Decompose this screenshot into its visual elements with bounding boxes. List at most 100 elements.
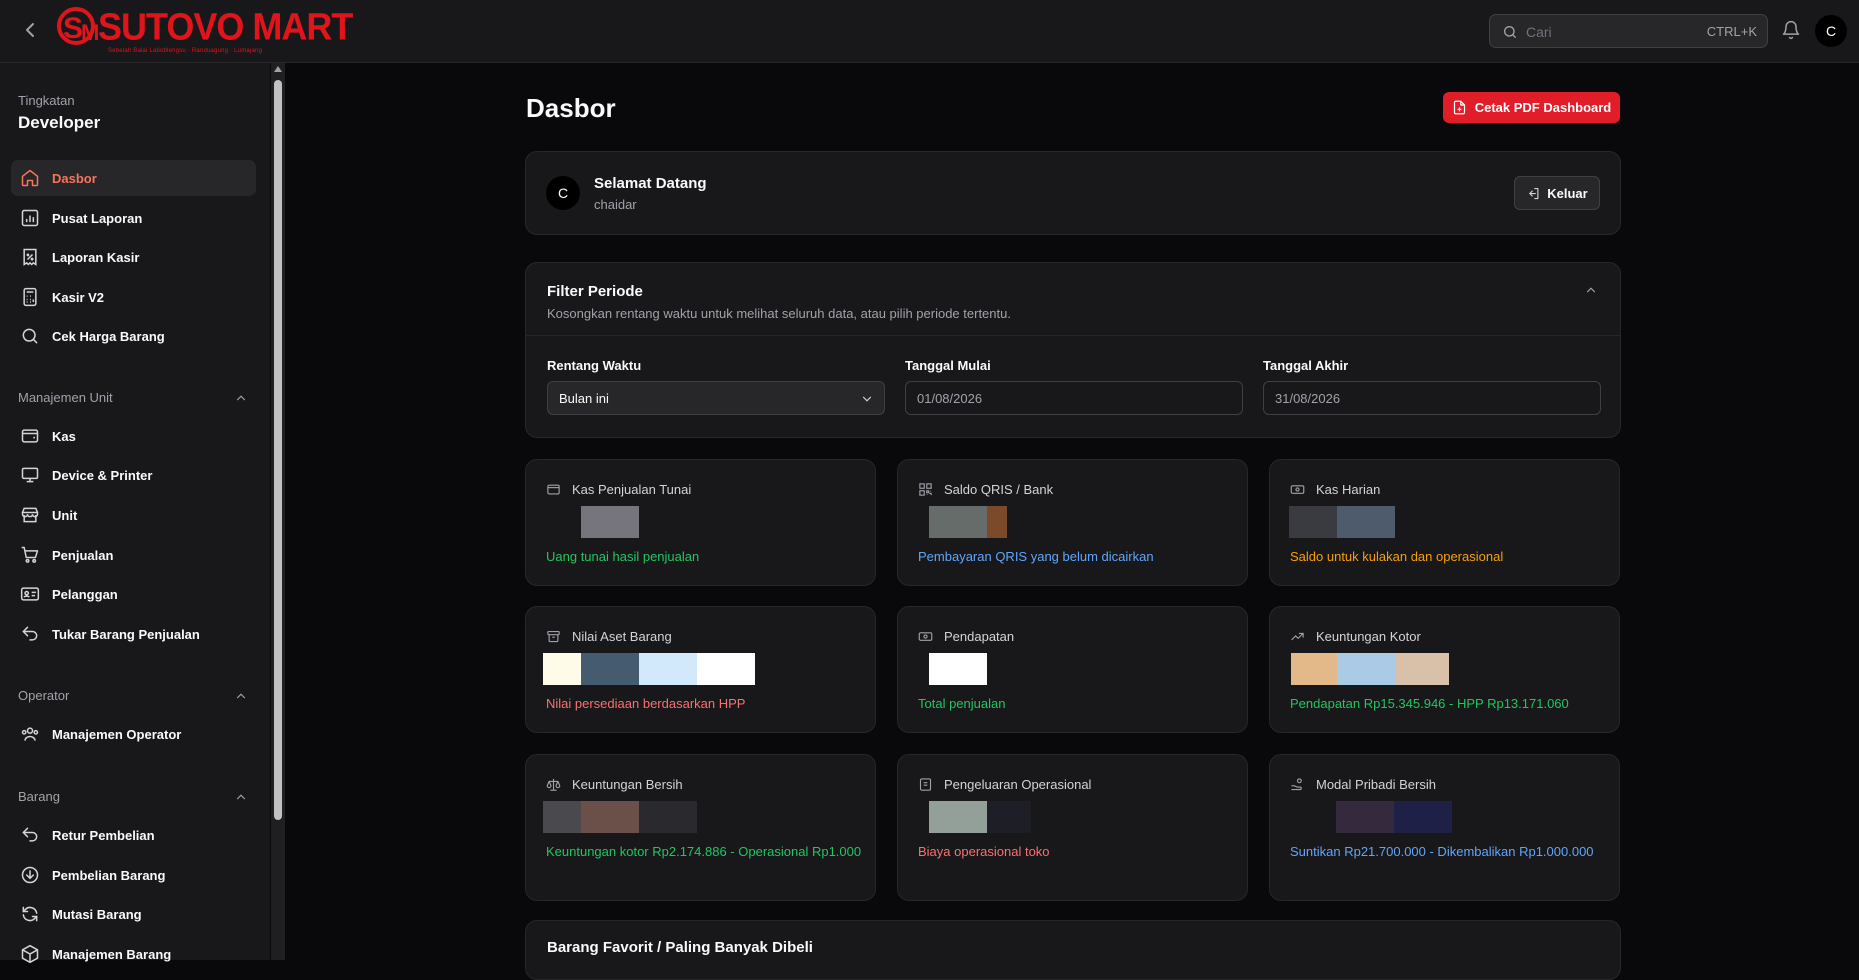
stat-value-redacted (543, 801, 697, 833)
sidebar-item-label: Pelanggan (52, 586, 118, 602)
sidebar-item-label: Cek Harga Barang (52, 328, 165, 344)
tier-label: Tingkatan (18, 93, 75, 108)
range-select[interactable]: Bulan ini (547, 381, 885, 415)
sidebar-item-pelanggan[interactable]: Pelanggan (11, 576, 256, 612)
store-icon (21, 507, 39, 523)
sidebar-item-unit[interactable]: Unit (11, 497, 256, 533)
user-avatar[interactable]: C (1815, 15, 1847, 47)
stat-card-kas-penjualan: Kas Penjualan Tunai Uang tunai hasil pen… (525, 459, 876, 586)
sidebar-item-tukar-barang[interactable]: Tukar Barang Penjualan (11, 616, 256, 652)
stat-description: Saldo untuk kulakan dan operasional (1290, 549, 1504, 564)
sidebar-item-label: Manajemen Operator (52, 726, 182, 742)
wallet-icon (21, 429, 39, 443)
end-date-field: Tanggal Akhir 31/08/2026 (1263, 358, 1601, 415)
end-date-input[interactable]: 31/08/2026 (1263, 381, 1601, 415)
logout-button[interactable]: Keluar (1514, 176, 1600, 210)
stat-card-pendapatan: Pendapatan Total penjualan (897, 606, 1248, 733)
range-value: Bulan ini (559, 391, 609, 406)
range-label: Rentang Waktu (547, 358, 642, 373)
sidebar-item-manajemen-operator[interactable]: Manajemen Operator (11, 716, 256, 752)
sidebar-item-pembelian-barang[interactable]: Pembelian Barang (11, 857, 256, 893)
undo-icon (22, 827, 38, 842)
qr-code-icon (919, 483, 932, 496)
start-date-field: Tanggal Mulai 01/08/2026 (905, 358, 1243, 415)
filter-title: Filter Periode (547, 283, 643, 300)
page-title: Dasbor (526, 93, 616, 123)
bell-icon[interactable] (1781, 20, 1801, 40)
search-icon (1504, 26, 1516, 38)
filter-period-card: Filter Periode Kosongkan rentang waktu u… (525, 262, 1621, 438)
sidebar-item-label: Penjualan (52, 547, 114, 563)
sidebar-item-kas[interactable]: Kas (11, 418, 256, 454)
section-manajemen-unit[interactable]: Manajemen Unit (18, 389, 248, 409)
chevron-up-icon[interactable] (1584, 283, 1598, 297)
sidebar-item-label: Kasir V2 (52, 289, 105, 305)
section-title: Manajemen Unit (18, 390, 113, 405)
search-input[interactable]: Cari CTRL+K (1489, 14, 1768, 48)
stat-description: Uang tunai hasil penjualan (546, 549, 700, 564)
stat-value-redacted (929, 653, 987, 685)
sidebar-item-cek-harga[interactable]: Cek Harga Barang (11, 318, 256, 354)
sidebar: Tingkatan Developer Dasbor Pusat Laporan… (0, 63, 270, 964)
trending-up-icon (1291, 632, 1304, 641)
brand-subtitle: Sebelah Balai Latioblengsu · Randuagung … (108, 48, 263, 54)
start-date-input[interactable]: 01/08/2026 (905, 381, 1243, 415)
sidebar-item-retur-pembelian[interactable]: Retur Pembelian (11, 817, 256, 853)
bar-chart-icon (21, 209, 39, 227)
stat-title: Pendapatan (944, 629, 1015, 644)
logout-icon (1529, 187, 1539, 199)
scroll-up-arrow-icon[interactable] (274, 66, 282, 72)
sidebar-item-penjualan[interactable]: Penjualan (11, 537, 256, 573)
stat-card-kas-harian: Kas Harian Saldo untuk kulakan dan opera… (1269, 459, 1620, 586)
brand-logo[interactable]: S M SUTOVO MART Sebelah Balai Latiobleng… (56, 3, 353, 61)
range-field: Rentang Waktu Bulan ini (547, 358, 885, 415)
sidebar-item-laporan-kasir[interactable]: Laporan Kasir (11, 239, 256, 275)
section-barang[interactable]: Barang (18, 788, 248, 808)
stat-title: Keuntungan Bersih (572, 777, 683, 792)
chevron-up-icon (236, 395, 246, 401)
end-date-label: Tanggal Akhir (1263, 358, 1349, 373)
sidebar-item-dasbor[interactable]: Dasbor (11, 160, 256, 196)
stat-description: Pembayaran QRIS yang belum dicairkan (918, 549, 1154, 564)
sidebar-item-label: Tukar Barang Penjualan (52, 626, 200, 642)
users-icon (21, 727, 39, 741)
sidebar-item-mutasi-barang[interactable]: Mutasi Barang (11, 896, 256, 932)
chevron-left-icon[interactable] (18, 18, 42, 42)
sidebar-item-label: Pembelian Barang (52, 867, 166, 883)
favorite-items-title: Barang Favorit / Paling Banyak Dibeli (547, 939, 813, 956)
search-placeholder: Cari (1526, 24, 1552, 40)
stat-description: Total penjualan (918, 696, 1006, 711)
sidebar-item-label: Retur Pembelian (52, 827, 155, 843)
start-date-value: 01/08/2026 (917, 391, 983, 406)
print-pdf-button[interactable]: Cetak PDF Dashboard (1443, 92, 1620, 123)
sidebar-item-manajemen-barang[interactable]: Manajemen Barang (11, 936, 256, 972)
sidebar-item-label: Device & Printer (52, 467, 153, 483)
cart-icon (21, 546, 39, 563)
stat-value-redacted (1289, 506, 1395, 538)
sidebar-item-label: Pusat Laporan (52, 210, 143, 226)
stat-card-modal-pribadi: Modal Pribadi Bersih Suntikan Rp21.700.0… (1269, 754, 1620, 901)
box-icon (21, 944, 39, 964)
scrollbar-thumb[interactable] (274, 80, 282, 820)
stat-description: Suntikan Rp21.700.000 - Dikembalikan Rp1… (1290, 844, 1594, 859)
stat-value-redacted (543, 653, 755, 685)
stat-title: Keuntungan Kotor (1316, 629, 1421, 644)
sidebar-item-label: Manajemen Barang (52, 946, 172, 962)
stat-title: Kas Penjualan Tunai (572, 482, 692, 497)
sidebar-item-label: Dasbor (52, 170, 97, 186)
stat-card-pengeluaran-operasional: Pengeluaran Operasional Biaya operasiona… (897, 754, 1248, 901)
stat-value-redacted (581, 506, 639, 538)
sidebar-item-pusat-laporan[interactable]: Pusat Laporan (11, 200, 256, 236)
stat-card-saldo-qris: Saldo QRIS / Bank Pembayaran QRIS yang b… (897, 459, 1248, 586)
svg-text:M: M (81, 20, 99, 45)
section-title: Operator (18, 688, 70, 703)
stat-title: Kas Harian (1316, 482, 1381, 497)
stat-card-keuntungan-kotor: Keuntungan Kotor Pendapatan Rp15.345.946… (1269, 606, 1620, 733)
sidebar-item-device-printer[interactable]: Device & Printer (11, 457, 256, 493)
welcome-username: chaidar (594, 197, 637, 212)
sidebar-item-kasir-v2[interactable]: Kasir V2 (11, 279, 256, 315)
chevron-up-icon (236, 794, 246, 800)
sidebar-scrollbar[interactable] (271, 63, 285, 960)
scale-icon (546, 778, 561, 791)
section-operator[interactable]: Operator (18, 687, 248, 707)
